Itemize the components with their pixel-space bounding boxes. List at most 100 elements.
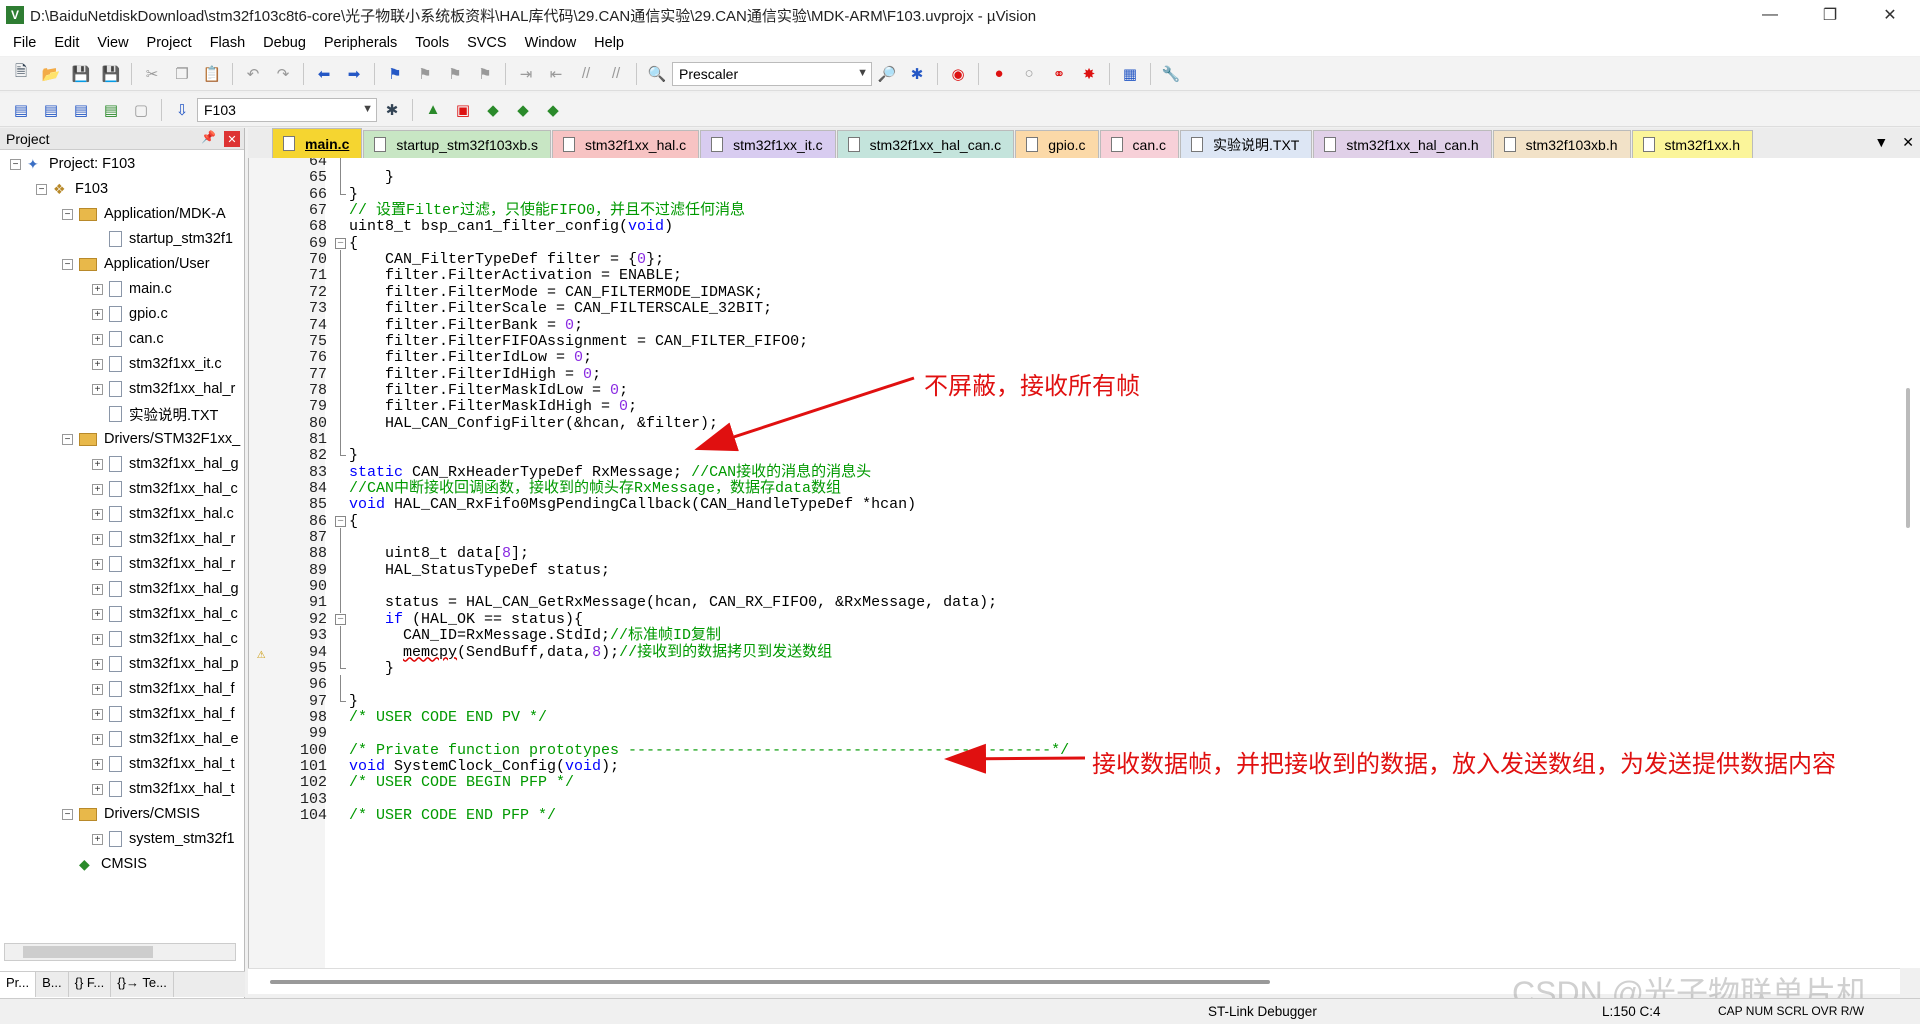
target-combo[interactable]: F103 ▼ — [197, 97, 377, 122]
restore-button[interactable]: ❐ — [1800, 0, 1860, 30]
expand-icon[interactable]: + — [92, 583, 103, 595]
build-icon[interactable]: ▤ — [39, 98, 63, 122]
manage-run-time-icon[interactable]: ◆ — [481, 98, 505, 122]
open-folder-icon[interactable]: 📂 — [39, 62, 63, 86]
save-all-icon[interactable]: 💾 — [99, 62, 123, 86]
chevron-down-icon[interactable]: ▼ — [362, 103, 373, 115]
menu-debug[interactable]: Debug — [254, 35, 315, 51]
tree-item[interactable]: − ✦ Project: F103 — [10, 152, 135, 176]
tree-item[interactable]: + stm32f1xx_hal_c — [92, 627, 238, 651]
undo-icon[interactable]: ↶ — [241, 62, 265, 86]
expand-icon[interactable]: + — [92, 558, 103, 570]
tree-item[interactable]: ◆ CMSIS — [62, 852, 147, 876]
expand-icon[interactable]: + — [92, 658, 103, 670]
tab-functions[interactable]: {} F... — [69, 972, 112, 997]
editor-vertical-scrollbar[interactable] — [1900, 158, 1918, 968]
indent-icon[interactable]: ⇥ — [514, 62, 538, 86]
clear-bookmarks-icon[interactable]: ⚑ — [473, 62, 497, 86]
tree-item[interactable]: + stm32f1xx_hal_r — [92, 527, 235, 551]
cut-icon[interactable]: ✂ — [140, 62, 164, 86]
expand-icon[interactable]: + — [92, 508, 103, 520]
pin-icon[interactable]: 📌 — [201, 130, 216, 144]
collapse-icon[interactable]: − — [10, 158, 21, 170]
fold-toggle-icon[interactable]: − — [335, 613, 346, 625]
tree-item[interactable]: + stm32f1xx_hal_g — [92, 452, 239, 476]
tree-item[interactable]: + stm32f1xx_hal_c — [92, 477, 238, 501]
editor-tab[interactable]: gpio.c — [1015, 130, 1099, 158]
collapse-icon[interactable]: − — [62, 433, 73, 445]
download-load-icon[interactable]: ⇩ — [170, 98, 194, 122]
menu-tools[interactable]: Tools — [406, 35, 458, 51]
batch-build-icon[interactable]: ▤ — [99, 98, 123, 122]
configure-icon[interactable]: 🔧 — [1159, 62, 1183, 86]
tree-item[interactable]: + stm32f1xx_hal_f — [92, 677, 235, 701]
redo-icon[interactable]: ↷ — [271, 62, 295, 86]
prev-bookmark-icon[interactable]: ⚑ — [413, 62, 437, 86]
expand-icon[interactable]: + — [92, 358, 103, 370]
tree-item[interactable]: + can.c — [92, 327, 164, 351]
tree-item[interactable]: − ❖ F103 — [36, 177, 108, 201]
tree-item[interactable]: + system_stm32f1 — [92, 827, 235, 851]
find-combo[interactable]: Prescaler ▼ — [672, 61, 872, 86]
tab-templates[interactable]: {}→ Te... — [111, 972, 174, 997]
fold-toggle-icon[interactable]: − — [335, 515, 346, 527]
menu-file[interactable]: File — [4, 35, 45, 51]
navigate-forward-icon[interactable]: ➡ — [342, 62, 366, 86]
stop-build-icon[interactable]: ▢ — [129, 98, 153, 122]
fold-toggle-icon[interactable]: − — [335, 237, 346, 249]
tree-item[interactable]: 实验说明.TXT — [92, 402, 218, 426]
menu-window[interactable]: Window — [516, 35, 586, 51]
editor-tab[interactable]: stm32f103xb.h — [1492, 130, 1631, 158]
menu-help[interactable]: Help — [585, 35, 633, 51]
debug-session-icon[interactable]: ◉ — [946, 62, 970, 86]
new-file-icon[interactable]: 🗎 — [9, 62, 33, 86]
tree-item[interactable]: + gpio.c — [92, 302, 168, 326]
collapse-icon[interactable]: − — [62, 258, 73, 270]
navigate-back-icon[interactable]: ⬅ — [312, 62, 336, 86]
tree-item[interactable]: + stm32f1xx_hal_p — [92, 652, 239, 676]
tree-item[interactable]: + stm32f1xx_hal_r — [92, 377, 235, 401]
disable-breakpoint-icon[interactable]: ○ — [1017, 62, 1041, 86]
collapse-icon[interactable]: − — [62, 808, 73, 820]
paste-icon[interactable]: 📋 — [200, 62, 224, 86]
expand-icon[interactable]: + — [92, 458, 103, 470]
comment-icon[interactable]: // — [574, 62, 598, 86]
tab-books[interactable]: B... — [36, 972, 69, 997]
tree-item[interactable]: + stm32f1xx_it.c — [92, 352, 222, 376]
editor-tab[interactable]: 实验说明.TXT — [1180, 130, 1313, 158]
kill-breakpoints-icon[interactable]: ✸ — [1077, 62, 1101, 86]
expand-icon[interactable]: + — [92, 758, 103, 770]
copy-icon[interactable]: ❐ — [170, 62, 194, 86]
incremental-find-icon[interactable]: ✱ — [905, 62, 929, 86]
tree-item[interactable]: + stm32f1xx_hal_t — [92, 777, 235, 801]
expand-icon[interactable]: + — [92, 708, 103, 720]
file-extensions-icon[interactable]: ▣ — [451, 98, 475, 122]
find-icon[interactable]: 🔎 — [875, 62, 899, 86]
rebuild-icon[interactable]: ▤ — [69, 98, 93, 122]
expand-icon[interactable]: + — [92, 383, 103, 395]
menu-peripherals[interactable]: Peripherals — [315, 35, 406, 51]
unindent-icon[interactable]: ⇤ — [544, 62, 568, 86]
expand-icon[interactable]: + — [92, 783, 103, 795]
pack-installer-icon[interactable]: ◆ — [511, 98, 535, 122]
tree-item[interactable]: startup_stm32f1 — [92, 227, 233, 251]
project-horizontal-scrollbar[interactable] — [4, 943, 236, 961]
target-options-icon[interactable]: ✱ — [380, 98, 404, 122]
expand-icon[interactable]: + — [92, 633, 103, 645]
tree-item[interactable]: − Drivers/CMSIS — [62, 802, 200, 826]
editor-tab[interactable]: startup_stm32f103xb.s — [363, 130, 551, 158]
disable-all-breakpoints-icon[interactable]: ⚭ — [1047, 62, 1071, 86]
collapse-icon[interactable]: − — [36, 183, 47, 195]
manage-components-icon[interactable]: ▲ — [421, 98, 445, 122]
uncomment-icon[interactable]: // — [604, 62, 628, 86]
close-icon[interactable]: ✕ — [1902, 134, 1914, 151]
window-layout-icon[interactable]: ▦ — [1118, 62, 1142, 86]
save-icon[interactable]: 💾 — [69, 62, 93, 86]
editor-tab[interactable]: stm32f1xx_it.c — [700, 130, 836, 158]
editor-tab[interactable]: stm32f1xx.h — [1631, 130, 1753, 158]
tree-item[interactable]: − Application/User — [62, 252, 210, 276]
code-editor[interactable]: 64 65 } 66} 67// 设置Filter过滤，只使能FIFO0，并且不过滤任… — [248, 158, 1920, 968]
editor-tab[interactable]: stm32f1xx_hal.c — [552, 130, 700, 158]
editor-tab[interactable]: can.c — [1099, 130, 1180, 158]
close-icon[interactable]: ✕ — [224, 131, 240, 147]
